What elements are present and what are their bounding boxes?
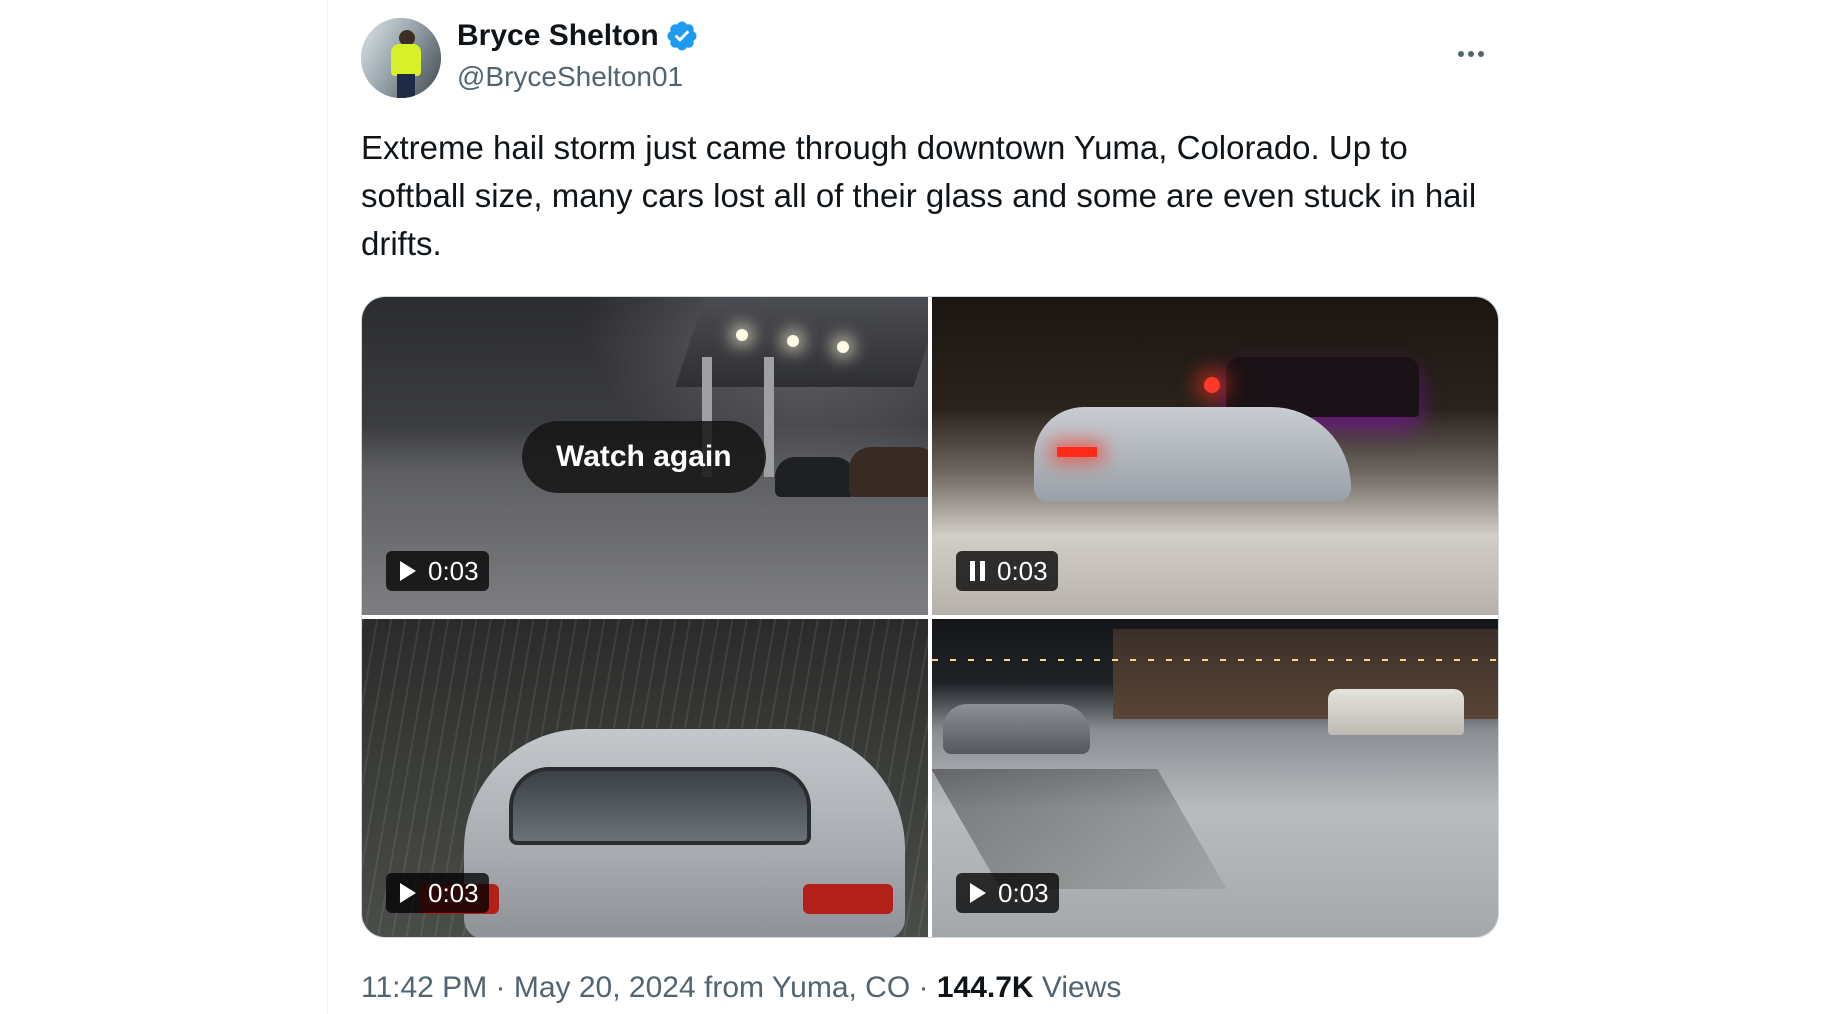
name-row: Bryce Shelton bbox=[457, 18, 699, 54]
views-label: Views bbox=[1033, 971, 1122, 1004]
scene-car bbox=[775, 457, 856, 497]
pause-icon bbox=[970, 561, 985, 581]
tweet-location: from Yuma, CO bbox=[695, 971, 911, 1004]
duration-badge[interactable]: 0:03 bbox=[386, 551, 489, 591]
scene-string-lights bbox=[932, 659, 1498, 661]
scene-light bbox=[1203, 377, 1220, 393]
timeline-column-border bbox=[327, 0, 328, 1014]
tweet-header: Bryce Shelton @BryceShelton01 bbox=[361, 16, 1491, 98]
scene-broken-window bbox=[509, 767, 812, 845]
more-options-icon[interactable] bbox=[1451, 34, 1491, 74]
scene-road-edge bbox=[932, 769, 1227, 889]
play-icon bbox=[400, 561, 416, 581]
duration-badge[interactable]: 0:03 bbox=[386, 873, 489, 913]
duration-text: 0:03 bbox=[998, 877, 1049, 908]
scene-car bbox=[848, 447, 928, 497]
duration-text: 0:03 bbox=[428, 877, 479, 908]
more-dot bbox=[1468, 51, 1474, 57]
scene-taillight bbox=[803, 884, 894, 914]
scene-taillight bbox=[1056, 447, 1097, 457]
display-name[interactable]: Bryce Shelton bbox=[457, 18, 659, 54]
views-count[interactable]: 144.7K bbox=[937, 971, 1034, 1004]
avatar[interactable] bbox=[361, 18, 441, 98]
scene-canopy bbox=[675, 297, 928, 387]
duration-text: 0:03 bbox=[997, 555, 1048, 586]
user-handle[interactable]: @BryceShelton01 bbox=[457, 60, 683, 94]
separator: · bbox=[487, 971, 514, 1004]
separator: · bbox=[910, 971, 937, 1004]
tweet-date[interactable]: May 20, 2024 bbox=[514, 971, 696, 1004]
scene-light bbox=[786, 335, 799, 347]
verified-badge-icon[interactable] bbox=[665, 19, 699, 53]
more-dot bbox=[1458, 51, 1464, 57]
video-3[interactable]: 0:03 bbox=[362, 619, 928, 937]
play-icon bbox=[400, 883, 416, 903]
scene-light bbox=[735, 329, 748, 341]
duration-badge[interactable]: 0:03 bbox=[956, 873, 1059, 913]
tweet: Bryce Shelton @BryceShelton01 Extreme ha… bbox=[361, 16, 1499, 1004]
play-icon bbox=[970, 883, 986, 903]
video-2[interactable]: 0:03 bbox=[932, 297, 1498, 615]
video-1[interactable]: Watch again 0:03 bbox=[362, 297, 928, 615]
tweet-metadata: 11:42 PM · May 20, 2024 from Yuma, CO · … bbox=[361, 970, 1121, 1006]
duration-badge[interactable]: 0:03 bbox=[956, 551, 1058, 591]
duration-text: 0:03 bbox=[428, 555, 479, 586]
media-grid: Watch again 0:03 0:03 0:03 0:03 bbox=[361, 296, 1499, 938]
avatar-person-legs bbox=[397, 74, 415, 98]
more-dot bbox=[1478, 51, 1484, 57]
watch-again-button[interactable]: Watch again bbox=[522, 421, 766, 493]
scene-car bbox=[943, 704, 1091, 754]
tweet-text: Extreme hail storm just came through dow… bbox=[361, 129, 1477, 262]
tweet-time[interactable]: 11:42 PM bbox=[361, 971, 487, 1004]
avatar-person-body bbox=[391, 44, 421, 76]
video-4[interactable]: 0:03 bbox=[932, 619, 1498, 937]
scene-truck bbox=[1328, 689, 1465, 735]
